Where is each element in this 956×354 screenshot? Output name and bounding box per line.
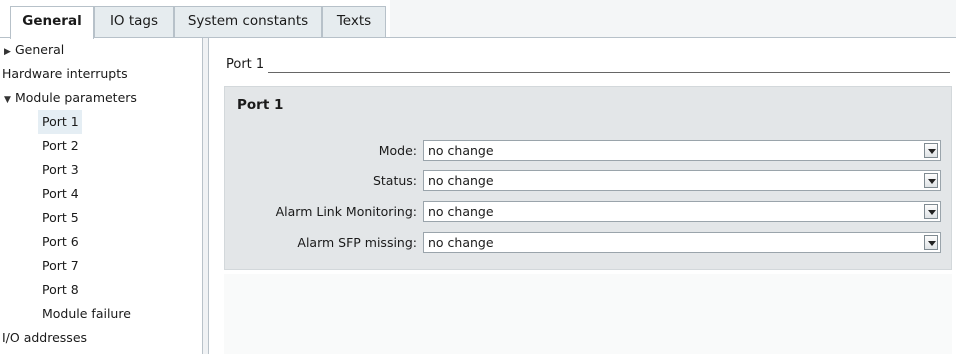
group-title: Port 1 (237, 97, 284, 113)
alarm-link-monitoring-row: Alarm Link Monitoring: no change (225, 201, 951, 223)
port-settings-group: Port 1 Mode: no change Status: no change… (224, 86, 952, 270)
triangle-right-icon[interactable]: ▶ (4, 40, 15, 64)
chevron-down-icon[interactable] (924, 173, 938, 188)
nav-item-port-3[interactable]: Port 3 (42, 158, 79, 182)
status-value: no change (428, 173, 494, 188)
tab-texts[interactable]: Texts (322, 6, 386, 37)
nav-item-module-failure[interactable]: Module failure (42, 302, 131, 326)
mode-select[interactable]: no change (423, 140, 941, 161)
nav-item-port-6[interactable]: Port 6 (42, 230, 79, 254)
pane-splitter[interactable] (202, 38, 209, 354)
nav-item-port-4[interactable]: Port 4 (42, 182, 79, 206)
chevron-down-icon[interactable] (924, 143, 938, 158)
nav-item-label: General (15, 42, 65, 57)
mode-value: no change (428, 143, 494, 158)
tab-bar-background (390, 0, 956, 37)
nav-item-hardware-interrupts[interactable]: Hardware interrupts (2, 62, 128, 86)
status-row: Status: no change (225, 170, 951, 192)
nav-item-label: Module parameters (15, 90, 137, 105)
alarm-link-monitoring-value: no change (428, 204, 494, 219)
tab-general[interactable]: General (10, 6, 94, 39)
alarm-sfp-missing-value: no change (428, 235, 494, 250)
tab-bar: General IO tags System constants Texts (0, 0, 956, 39)
nav-item-port-1[interactable]: Port 1 (38, 110, 82, 134)
triangle-down-icon[interactable]: ▼ (4, 88, 15, 112)
nav-item-port-8[interactable]: Port 8 (42, 278, 79, 302)
nav-item-port-5[interactable]: Port 5 (42, 206, 79, 230)
tab-system-constants[interactable]: System constants (174, 6, 322, 37)
section-title: Port 1 (226, 57, 271, 72)
nav-item-module-parameters[interactable]: ▼ Module parameters (4, 86, 137, 110)
alarm-link-monitoring-select[interactable]: no change (423, 201, 941, 222)
alarm-sfp-missing-select[interactable]: no change (423, 232, 941, 253)
status-select[interactable]: no change (423, 170, 941, 191)
mode-label: Mode: (378, 143, 417, 158)
chevron-down-icon[interactable] (924, 204, 938, 219)
nav-item-general[interactable]: ▶ General (4, 38, 64, 62)
navigation-tree: ▶ General Hardware interrupts ▼ Module par… (0, 38, 202, 354)
parameter-panel: Port 1 Port 1 Mode: no change Status: no… (210, 38, 956, 354)
alarm-link-monitoring-label: Alarm Link Monitoring: (275, 204, 417, 219)
mode-row: Mode: no change (225, 140, 951, 162)
nav-item-port-7[interactable]: Port 7 (42, 254, 79, 278)
alarm-sfp-missing-row: Alarm SFP missing: no change (225, 232, 951, 254)
nav-item-io-addresses[interactable]: I/O addresses (2, 326, 87, 350)
empty-area (224, 274, 952, 354)
status-label: Status: (372, 173, 417, 188)
chevron-down-icon[interactable] (924, 235, 938, 250)
tab-io-tags[interactable]: IO tags (94, 6, 174, 37)
section-rule (268, 72, 950, 73)
nav-item-port-2[interactable]: Port 2 (42, 134, 79, 158)
alarm-sfp-missing-label: Alarm SFP missing: (297, 235, 417, 250)
